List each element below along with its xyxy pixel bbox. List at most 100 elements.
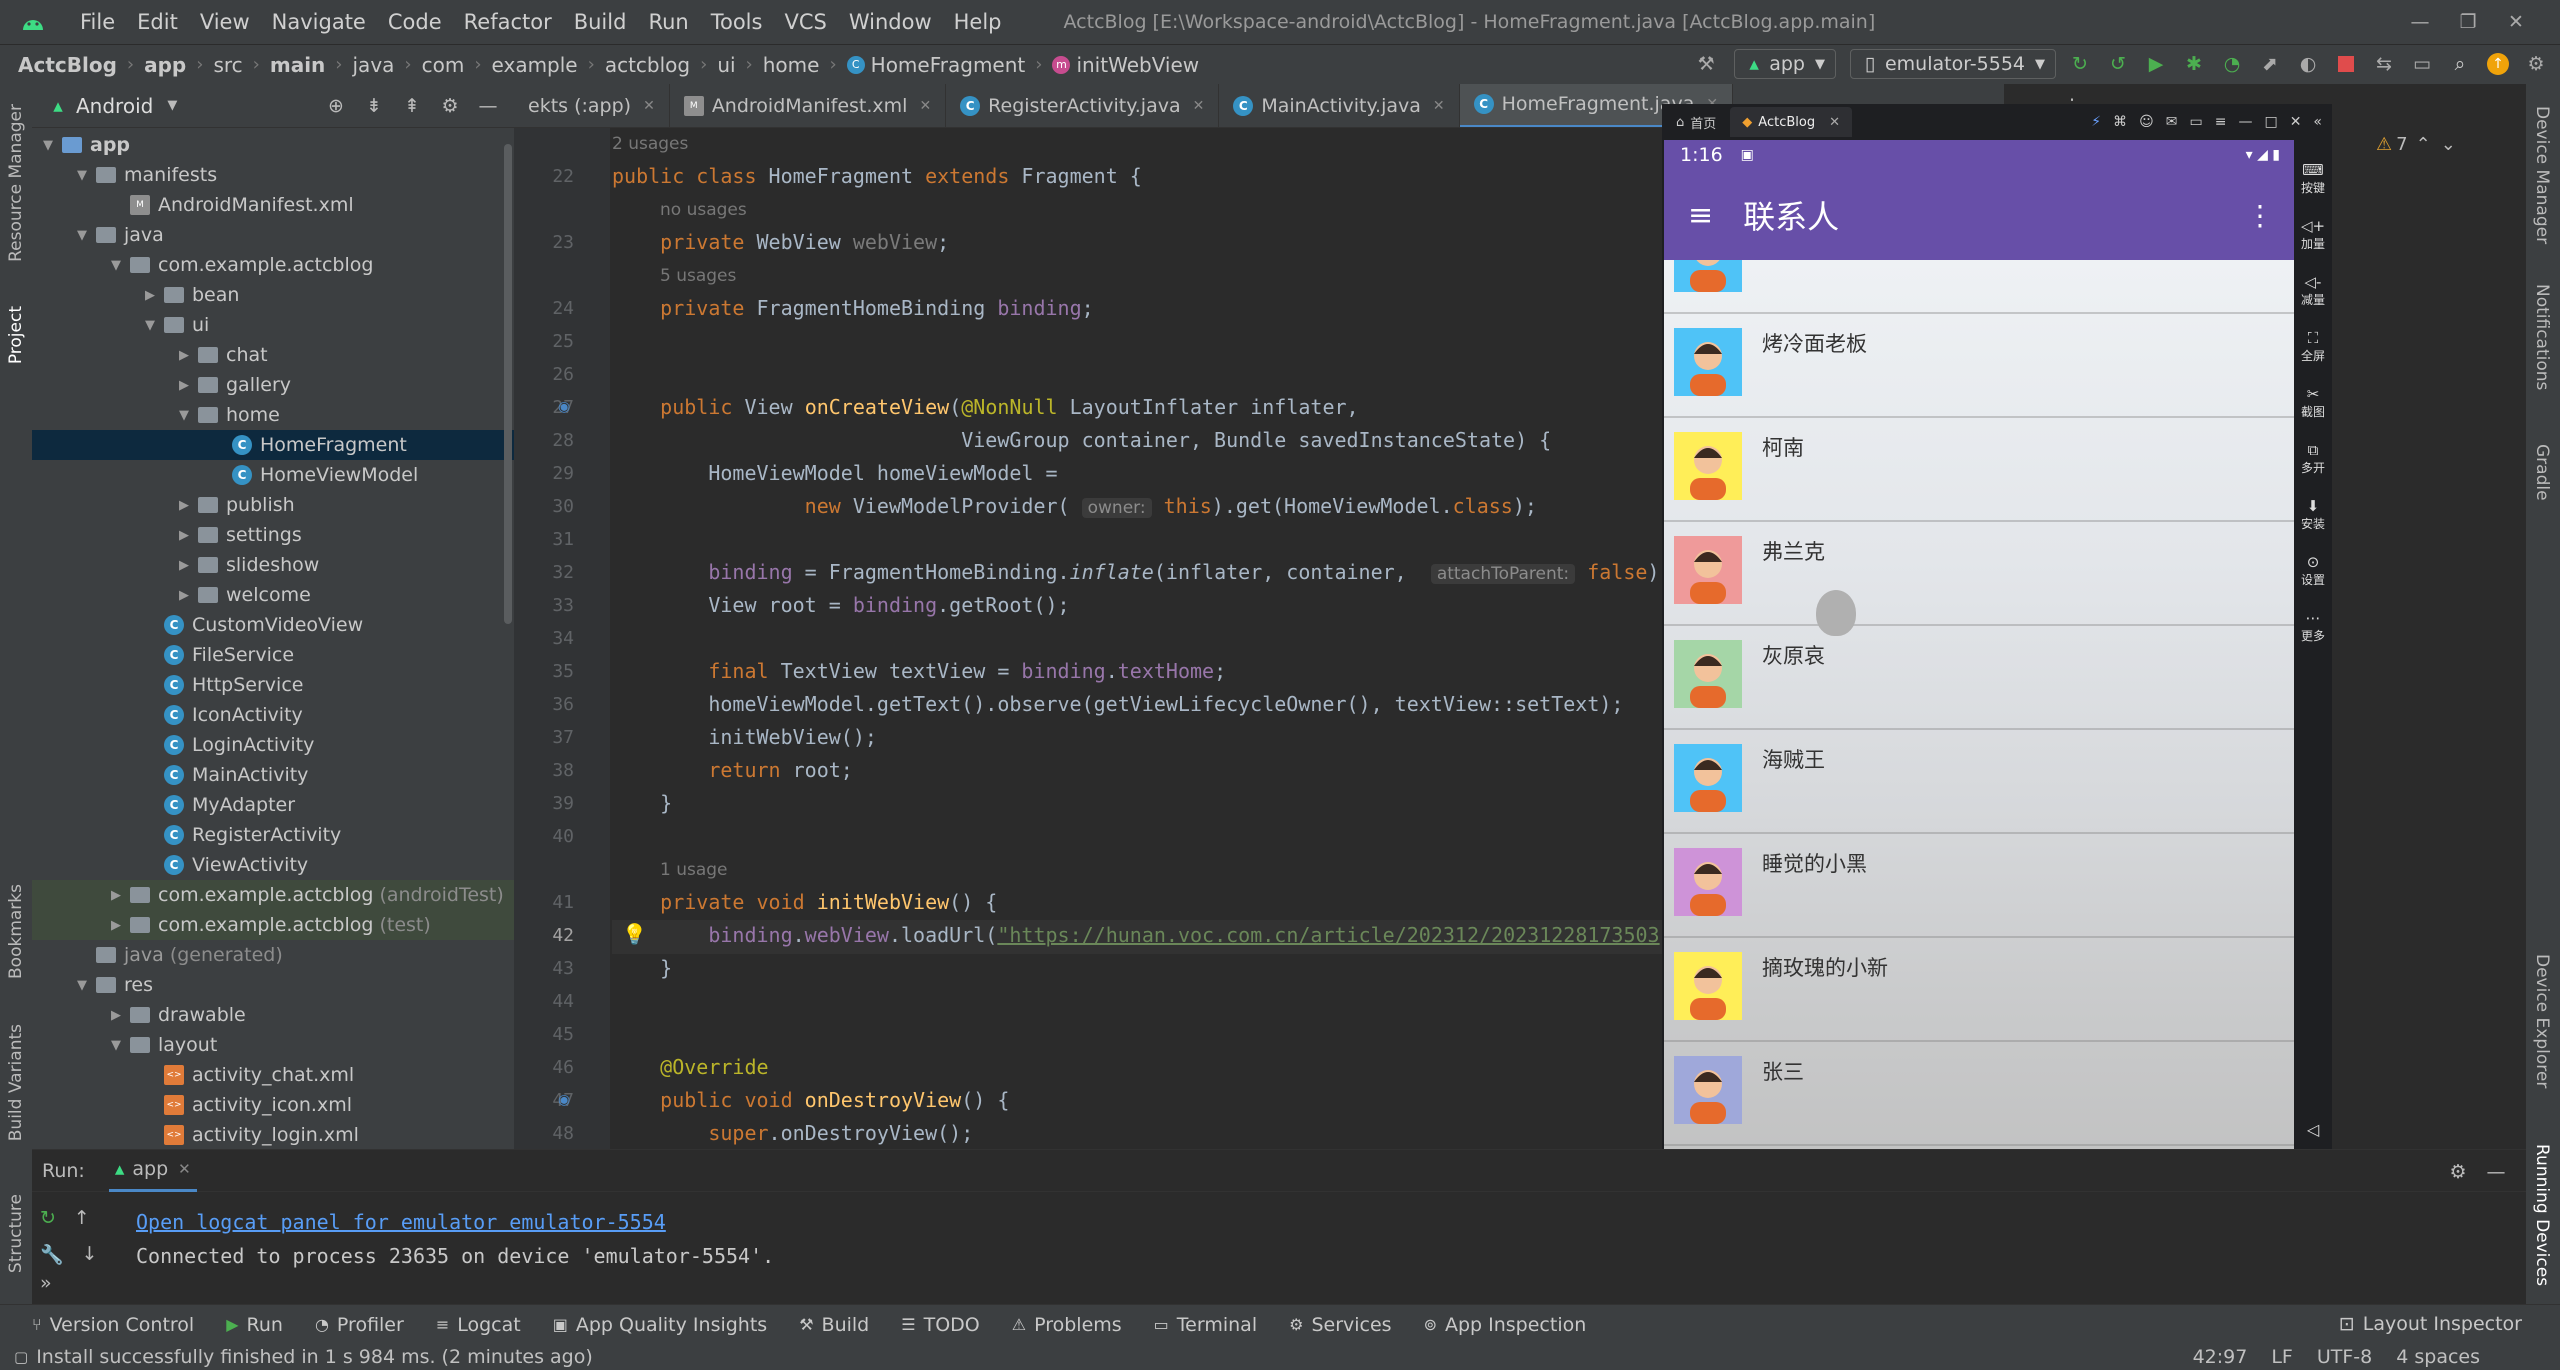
chevron-down-icon[interactable]: ▼ — [74, 228, 90, 243]
breadcrumb-item[interactable]: home — [763, 53, 820, 77]
tool-running-devices[interactable]: Running Devices — [2532, 1144, 2552, 1286]
tree-item[interactable]: C CustomVideoView — [32, 610, 514, 640]
emulator-fullscreen-button[interactable]: ⛶ 全屏 — [2294, 318, 2332, 374]
collapse-icon[interactable]: « — [2313, 114, 2322, 130]
chevron-down-icon[interactable]: ▼ — [108, 258, 124, 273]
close-icon[interactable]: ✕ — [178, 1160, 191, 1178]
tool-window-problems[interactable]: ⚠ Problems — [1012, 1314, 1122, 1336]
emulator-more-button[interactable]: ⋯ 更多 — [2294, 598, 2332, 654]
breadcrumb-item[interactable]: app — [144, 53, 186, 77]
editor-tab[interactable]: M AndroidManifest.xml ✕ — [670, 84, 947, 127]
tool-project[interactable]: Project — [6, 306, 26, 364]
override-marker-icon[interactable]: ◉ — [558, 1092, 570, 1108]
tool-window-app-inspection[interactable]: ⊚ App Inspection — [1424, 1314, 1587, 1336]
attach-debugger-icon[interactable]: ⬈ — [2256, 50, 2284, 78]
overflow-menu-icon[interactable]: ⋮ — [2246, 199, 2274, 232]
menu-view[interactable]: View — [200, 10, 250, 34]
tool-device-manager[interactable]: Device Manager — [2532, 106, 2552, 244]
tree-item[interactable]: ▶ drawable — [32, 1000, 514, 1030]
menu-icon[interactable]: ≡ — [2215, 114, 2227, 130]
chevron-down-icon[interactable]: ⌄ — [2441, 134, 2456, 155]
menu-vcs[interactable]: VCS — [784, 10, 826, 34]
chevron-right-icon[interactable]: ▶ — [176, 588, 192, 603]
tree-item[interactable]: C FileService — [32, 640, 514, 670]
wrench-icon[interactable]: 🔧 — [40, 1243, 64, 1266]
chevron-down-icon[interactable]: ▼ — [74, 978, 90, 993]
tree-item[interactable]: ▼ res — [32, 970, 514, 1000]
tool-window-terminal[interactable]: ▭ Terminal — [1154, 1314, 1257, 1336]
scroll-up-icon[interactable]: ↑ — [74, 1207, 90, 1229]
tool-window-run[interactable]: ▶ Run — [226, 1314, 283, 1336]
tool-window-logcat[interactable]: ≡ Logcat — [436, 1314, 521, 1336]
breadcrumb-item[interactable]: main — [270, 53, 325, 77]
emulator-volume-down-button[interactable]: ◁- 减量 — [2294, 262, 2332, 318]
emulator-install-button[interactable]: ⬇ 安装 — [2294, 486, 2332, 542]
contact-list-item[interactable]: 灰原哀 — [1664, 626, 2294, 730]
tree-item[interactable]: ▶ publish — [32, 490, 514, 520]
chevron-right-icon[interactable]: ▶ — [176, 558, 192, 573]
gear-icon[interactable]: ⚙ — [436, 92, 464, 120]
emulator-keys-button[interactable]: ⌨ 按键 — [2294, 150, 2332, 206]
tree-item[interactable]: ▶ settings — [32, 520, 514, 550]
chevron-right-icon[interactable]: ▶ — [142, 288, 158, 303]
close-icon[interactable]: ✕ — [643, 98, 655, 114]
contact-list-item[interactable]: 烤冷面老板 — [1664, 314, 2294, 418]
indent-setting[interactable]: 4 spaces — [2396, 1346, 2480, 1368]
tree-item[interactable]: ▼ com.example.actcblog — [32, 250, 514, 280]
tree-item[interactable]: ▼ java — [32, 220, 514, 250]
chevron-right-icon[interactable]: ▶ — [108, 918, 124, 933]
tree-item[interactable]: <> activity_login.xml — [32, 1120, 514, 1150]
locate-icon[interactable]: ⊕ — [322, 92, 350, 120]
tool-bookmarks[interactable]: Bookmarks — [6, 884, 26, 979]
tree-item[interactable]: ▶ slideshow — [32, 550, 514, 580]
caret-position[interactable]: 42:97 — [2193, 1346, 2248, 1368]
tool-window-version-control[interactable]: ⑂ Version Control — [32, 1314, 194, 1336]
tree-item[interactable]: ▼ home — [32, 400, 514, 430]
tree-item[interactable]: ▶ chat — [32, 340, 514, 370]
menu-build[interactable]: Build — [574, 10, 627, 34]
tree-item[interactable]: C MainActivity — [32, 760, 514, 790]
tree-item[interactable]: java (generated) — [32, 940, 514, 970]
chevron-right-icon[interactable]: ▶ — [176, 498, 192, 513]
contact-list-item[interactable]: 睡觉的小黑 — [1664, 834, 2294, 938]
maximize-icon[interactable]: □ — [2264, 114, 2277, 130]
menu-help[interactable]: Help — [954, 10, 1002, 34]
menu-navigate[interactable]: Navigate — [272, 10, 366, 34]
debug-icon[interactable]: ✱ — [2180, 50, 2208, 78]
breadcrumb-item[interactable]: initWebView — [1076, 53, 1199, 77]
tree-item[interactable]: ▼ app — [32, 130, 514, 160]
apply-changes-icon[interactable]: ↺ — [2104, 50, 2132, 78]
usages-hint[interactable]: no usages — [660, 200, 747, 220]
line-separator[interactable]: LF — [2271, 1346, 2293, 1368]
chevron-down-icon[interactable]: ▼ — [74, 168, 90, 183]
override-marker-icon[interactable]: ◉ — [558, 399, 570, 415]
tree-item[interactable]: ▶ gallery — [32, 370, 514, 400]
close-icon[interactable]: ✕ — [1433, 98, 1445, 114]
tree-item[interactable]: C HomeFragment — [32, 430, 514, 460]
stop-icon[interactable] — [2332, 50, 2360, 78]
contact-list-item[interactable]: 海贼王 — [1664, 730, 2294, 834]
tool-build-variants[interactable]: Build Variants — [6, 1024, 26, 1141]
chevron-down-icon[interactable]: ▼ — [142, 318, 158, 333]
tool-window-todo[interactable]: ☰ TODO — [901, 1314, 980, 1336]
emulator-multi-open-button[interactable]: ⧉ 多开 — [2294, 430, 2332, 486]
gear-icon[interactable]: ⚙ — [2444, 1158, 2472, 1186]
breadcrumb-item[interactable]: ui — [717, 53, 735, 77]
hide-icon[interactable]: — — [474, 92, 502, 120]
breadcrumb-item[interactable]: com — [422, 53, 465, 77]
emulator-tab-home[interactable]: ⌂ 首页 — [1662, 107, 1730, 137]
chevron-down-icon[interactable]: ▼ — [167, 98, 177, 113]
run-icon[interactable]: ▶ — [2142, 50, 2170, 78]
tree-item[interactable]: ▶ welcome — [32, 580, 514, 610]
editor-tab[interactable]: ekts (:app) ✕ — [514, 84, 670, 127]
tool-resource-manager[interactable]: Resource Manager — [6, 104, 26, 262]
chevron-right-icon[interactable]: ▶ — [108, 1008, 124, 1023]
emulator-settings-button[interactable]: ⊙ 设置 — [2294, 542, 2332, 598]
tree-item[interactable]: ▶ bean — [32, 280, 514, 310]
chevron-up-icon[interactable]: ⌃ — [2416, 134, 2431, 155]
minimize-icon[interactable]: — — [2238, 114, 2252, 130]
tree-item[interactable]: M AndroidManifest.xml — [32, 190, 514, 220]
usages-hint[interactable]: 2 usages — [612, 134, 688, 154]
update-icon[interactable]: ↑ — [2484, 50, 2512, 78]
usages-hint[interactable]: 1 usage — [660, 860, 728, 880]
